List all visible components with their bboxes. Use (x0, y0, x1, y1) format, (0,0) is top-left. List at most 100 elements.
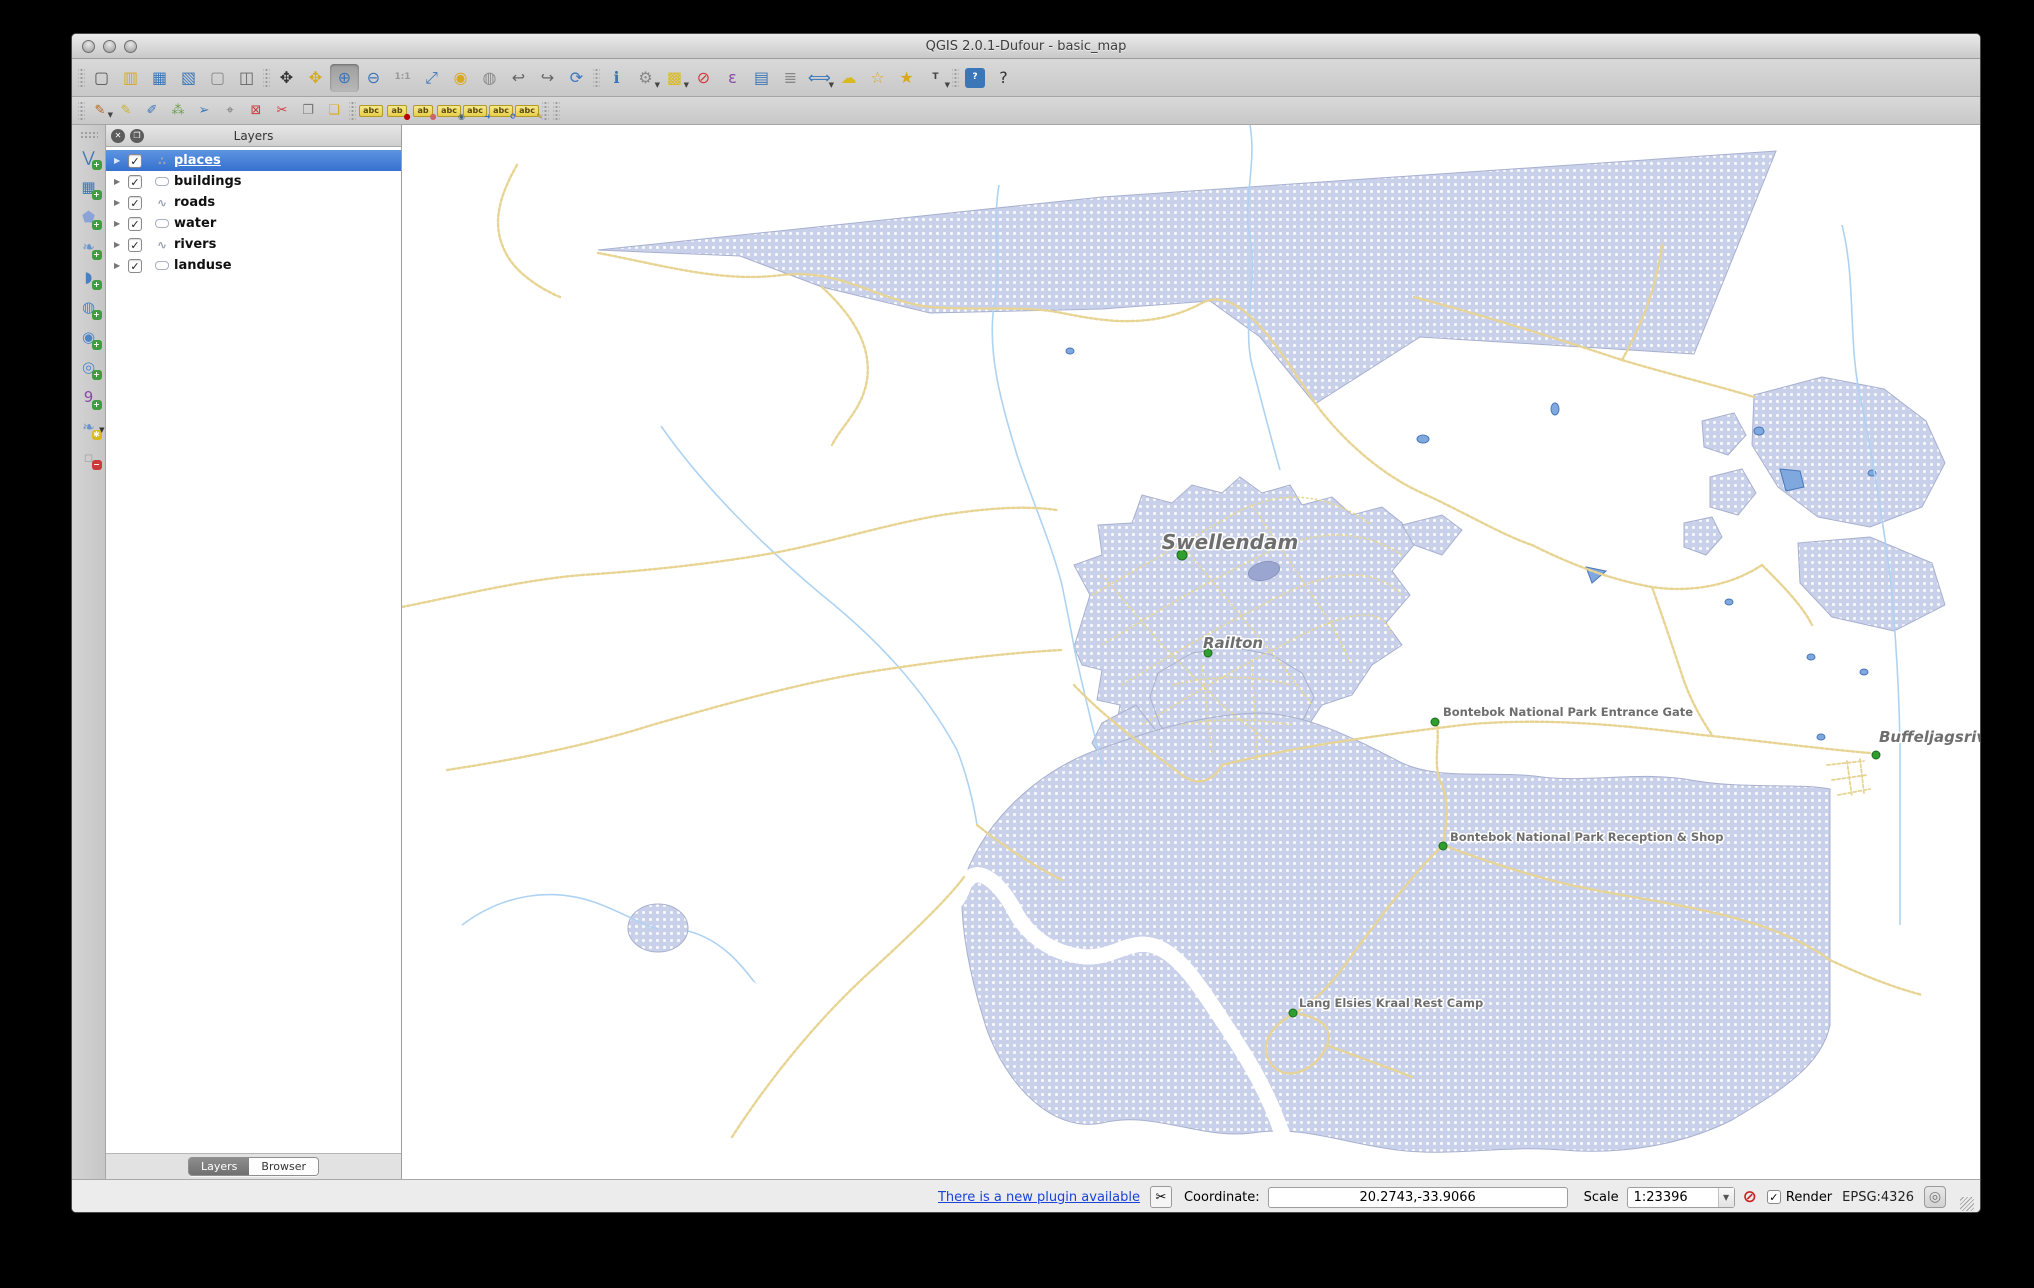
paste-features-button[interactable]: ❏ (321, 99, 347, 122)
plugin-manager-icon[interactable]: ✂ (1149, 1186, 1172, 1208)
text-annotation-button[interactable]: T ▼ (921, 64, 950, 92)
panel-tab-browser[interactable]: Browser (249, 1158, 318, 1175)
expand-triangle-icon[interactable]: ▶ (114, 156, 128, 165)
expand-triangle-icon[interactable]: ▶ (114, 177, 128, 186)
identify-features-button[interactable]: ℹ (602, 64, 631, 92)
layer-visibility-checkbox[interactable]: ✓ (128, 237, 142, 252)
zoom-window-button[interactable] (124, 40, 137, 53)
chevron-down-icon[interactable]: ▼ (99, 426, 104, 434)
toolbar-grip[interactable] (78, 68, 85, 87)
stop-render-icon[interactable]: ⊘ (1743, 1187, 1757, 1207)
label-unpin-button[interactable]: ab ● (410, 99, 437, 122)
toolbar-grip[interactable] (349, 101, 356, 120)
map-tips-button[interactable]: ☁ (834, 64, 863, 92)
help-button[interactable]: ? (965, 67, 985, 88)
label-show-hide-button[interactable]: abc ◉ (436, 99, 465, 122)
zoom-to-selection-button[interactable]: ◉ (446, 64, 475, 92)
layer-item-places[interactable]: ▶ ✓ ∴ places (106, 150, 401, 171)
new-bookmark-button[interactable]: ☆ (863, 64, 892, 92)
expand-triangle-icon[interactable]: ▶ (114, 219, 128, 228)
zoom-out-button[interactable]: ⊖ (359, 64, 388, 92)
new-project-button[interactable]: ▢ (87, 64, 116, 92)
chevron-down-icon[interactable]: ▼ (945, 81, 950, 89)
render-checkbox[interactable]: ✓ (1766, 1190, 1781, 1204)
select-features-button[interactable]: ▩ ▼ (660, 64, 689, 92)
add-spatialite-layer-button[interactable]: ❧ + (75, 232, 103, 262)
whats-this-button[interactable]: ? (989, 64, 1018, 92)
layer-item-buildings[interactable]: ▶ ✓ buildings (106, 171, 401, 192)
layer-visibility-checkbox[interactable]: ✓ (128, 216, 142, 231)
pan-to-selection-button[interactable]: ✥ (301, 64, 330, 92)
expand-triangle-icon[interactable]: ▶ (114, 240, 128, 249)
panel-close-icon[interactable]: ✕ (111, 128, 125, 143)
minimize-window-button[interactable] (103, 40, 116, 53)
expand-triangle-icon[interactable]: ▶ (114, 261, 128, 270)
layer-visibility-checkbox[interactable]: ✓ (128, 174, 142, 189)
remove-layer-button[interactable]: ▫ − (75, 442, 103, 472)
chevron-down-icon[interactable]: ▼ (1717, 1187, 1734, 1207)
toolbar-grip[interactable] (553, 101, 560, 120)
toolbar-grip[interactable] (593, 68, 600, 87)
add-delimited-text-layer-button[interactable]: 9 + (75, 382, 103, 412)
layer-item-roads[interactable]: ▶ ✓ ∿ roads (106, 192, 401, 213)
layer-visibility-checkbox[interactable]: ✓ (128, 258, 142, 273)
measure-line-button[interactable]: ⟺ ▼ (805, 64, 834, 92)
toolbar-grip[interactable] (542, 101, 549, 120)
label-properties-button[interactable]: abc ✎ (514, 99, 543, 122)
layer-item-water[interactable]: ▶ ✓ water (106, 213, 401, 234)
layer-item-rivers[interactable]: ▶ ✓ ∿ rivers (106, 234, 401, 255)
expand-triangle-icon[interactable]: ▶ (114, 198, 128, 207)
new-shapefile-layer-button[interactable]: ❧ ✱ ▼ (75, 412, 105, 442)
close-window-button[interactable] (82, 40, 95, 53)
move-feature-button[interactable]: ➢ (191, 99, 217, 122)
cut-features-button[interactable]: ✂ (269, 99, 295, 122)
zoom-native-button[interactable]: 1:1 (388, 64, 417, 92)
show-bookmarks-button[interactable]: ★ (892, 64, 921, 92)
add-postgis-layer-button[interactable]: ⬟ + (75, 202, 103, 232)
add-vector-layer-button[interactable]: ⋁ + (75, 142, 103, 172)
field-calculator-button[interactable]: ≣ (776, 64, 805, 92)
layer-visibility-checkbox[interactable]: ✓ (128, 153, 142, 168)
zoom-to-layer-button[interactable]: ◍ (475, 64, 504, 92)
map-canvas[interactable]: Swellendam Railton Bontebok National Park … (402, 125, 1980, 1179)
label-move-button[interactable]: abc ➜ (462, 99, 491, 122)
zoom-full-button[interactable]: ⤢ (417, 64, 446, 92)
select-by-expression-button[interactable]: ε (718, 64, 747, 92)
toolbar-grip[interactable] (79, 131, 98, 138)
current-edits-button[interactable]: ✎ ▼ (87, 99, 113, 122)
layer-labeling-button[interactable]: abc (358, 99, 384, 122)
title-bar[interactable]: QGIS 2.0.1-Dufour - basic_map (72, 34, 1980, 59)
save-layer-edits-button[interactable]: ✐ (139, 99, 165, 122)
label-rotate-button[interactable]: abc ⟳ (488, 99, 517, 122)
open-project-button[interactable]: ▥ (116, 64, 145, 92)
deselect-all-button[interactable]: ⊘ (689, 64, 718, 92)
zoom-next-button[interactable]: ↪ (533, 64, 562, 92)
layer-item-landuse[interactable]: ▶ ✓ landuse (106, 255, 401, 276)
toolbar-grip[interactable] (952, 68, 959, 87)
toolbar-grip[interactable] (263, 68, 270, 87)
toggle-editing-button[interactable]: ✎ (113, 99, 139, 122)
toolbar-grip[interactable] (78, 101, 85, 120)
composer-manager-button[interactable]: ◫ (232, 64, 261, 92)
add-wcs-layer-button[interactable]: ◉ + (75, 322, 103, 352)
label-pin-button[interactable]: ab ● (384, 99, 411, 122)
attribute-table-button[interactable]: ▤ (747, 64, 776, 92)
add-wms-layer-button[interactable]: ◍ + (75, 292, 103, 322)
window-resize-grip[interactable] (1960, 1197, 1974, 1211)
add-mssql-layer-button[interactable]: ◗ + (75, 262, 103, 292)
add-wfs-layer-button[interactable]: ◎ + (75, 352, 103, 382)
refresh-button[interactable]: ⟳ (562, 64, 591, 92)
node-tool-button[interactable]: ⌖ (217, 99, 243, 122)
scale-combo[interactable]: 1:23396 ▼ (1626, 1186, 1735, 1208)
add-raster-layer-button[interactable]: ▦ + (75, 172, 103, 202)
zoom-last-button[interactable]: ↩ (504, 64, 533, 92)
plugin-available-link[interactable]: There is a new plugin available (938, 1190, 1140, 1205)
copy-features-button[interactable]: ❐ (295, 99, 321, 122)
zoom-in-button[interactable]: ⊕ (330, 63, 359, 92)
save-project-button[interactable]: ▦ (145, 64, 174, 92)
run-feature-action-button[interactable]: ⚙ ▼ (631, 64, 660, 92)
layer-visibility-checkbox[interactable]: ✓ (128, 195, 142, 210)
delete-selected-button[interactable]: ⊠ (243, 99, 269, 122)
new-print-composer-button[interactable]: ▢ (203, 64, 232, 92)
crs-globe-icon[interactable]: ◎ (1924, 1186, 1946, 1208)
